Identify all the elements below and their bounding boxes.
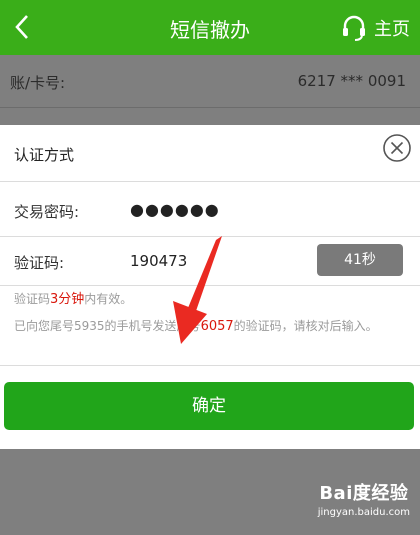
sms-sent-note: 已向您尾号5935的手机号发送序号6057的验证码，请核对后输入。 (14, 315, 408, 338)
close-icon[interactable] (382, 133, 412, 163)
password-field[interactable]: ●●●●●● (130, 200, 220, 219)
countdown-button[interactable]: 41秒 (317, 244, 403, 276)
validity-note: 验证码3分钟内有效。 (14, 288, 408, 311)
top-nav-bar: 短信撤办 主页 (0, 0, 420, 55)
watermark-logo: Bai度经验 (319, 483, 409, 504)
account-row: 账/卡号: 6217 *** 0091 (0, 55, 420, 107)
code-input[interactable]: 190473 (130, 252, 187, 270)
divider (0, 365, 420, 366)
watermark-url: jingyan.baidu.com (317, 507, 410, 518)
serial-number: 6057 (200, 319, 234, 334)
divider (0, 285, 420, 286)
validity-suffix: 内有效。 (84, 292, 133, 306)
watermark: Bai度经验 jingyan.baidu.com (318, 479, 410, 518)
headset-icon (343, 15, 365, 41)
divider (0, 181, 420, 182)
account-number: 6217 *** 0091 (297, 72, 406, 90)
home-label: 主页 (374, 19, 410, 40)
divider (0, 107, 420, 108)
validity-duration: 3分钟 (50, 292, 85, 307)
notice-middle: 送序号 (164, 319, 201, 333)
password-label: 交易密码: (14, 203, 80, 221)
dialog-title: 认证方式 (14, 146, 75, 164)
account-label: 账/卡号: (10, 74, 66, 92)
home-button[interactable]: 主页 (342, 14, 410, 42)
confirm-button[interactable]: 确定 (4, 382, 414, 430)
auth-dialog: 认证方式 交易密码: ●●●●●● 验证码: 190473 41秒 验证码3分钟… (0, 125, 420, 449)
divider (0, 236, 420, 237)
validity-prefix: 验证码 (14, 292, 51, 306)
code-label: 验证码: (14, 254, 65, 272)
notice-prefix: 已向您尾号5935的手机号发 (14, 319, 165, 333)
notice-suffix: 的验证码，请核对后输入。 (233, 319, 378, 333)
